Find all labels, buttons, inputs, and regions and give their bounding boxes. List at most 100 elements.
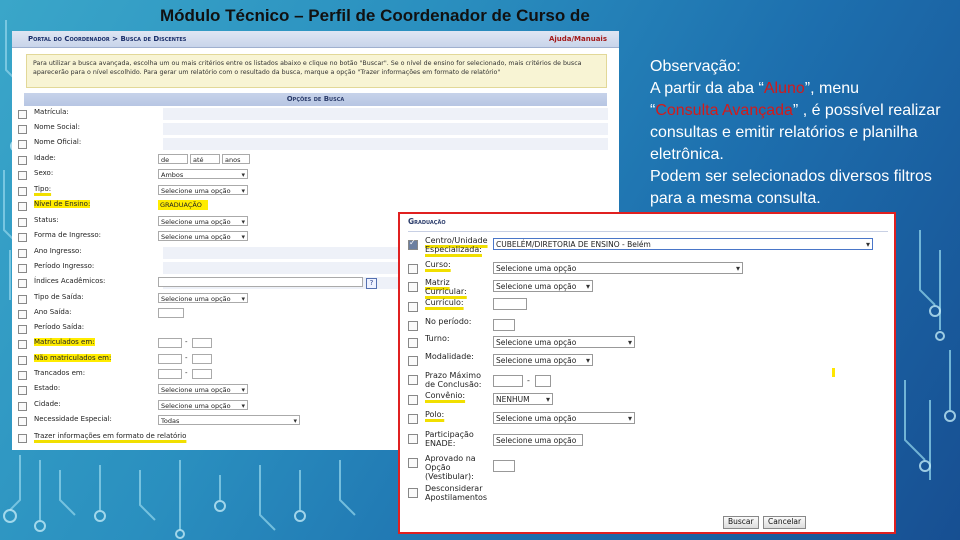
range-separator: - [185,338,188,346]
period-input[interactable] [192,354,212,364]
filter-checkbox[interactable] [18,279,27,288]
filter-label: Período Saída: [34,323,85,331]
filter-checkbox[interactable] [18,356,27,365]
filter-select[interactable]: Selecione uma opção [158,185,248,195]
filter-select[interactable]: GRADUAÇÃO [158,200,208,210]
filter-checkbox[interactable] [18,202,27,211]
filter-select[interactable]: Selecione uma opção [493,280,593,292]
filter-select[interactable]: CUBELÉM/DIRETORIA DE ENSINO - Belém [493,238,873,250]
filter-label: Nome Social: [34,123,80,131]
filter-checkbox[interactable] [408,414,418,424]
help-link[interactable]: Ajuda/Manuais [549,35,607,43]
filter-label: Matriculados em: [34,338,95,346]
period-input[interactable] [493,319,515,331]
filter-select[interactable]: Selecione uma opção [493,336,635,348]
filter-label: Modalidade: [425,352,474,361]
filter-select[interactable]: Ambos [158,169,248,179]
filter-checkbox[interactable] [18,233,27,242]
filter-checkbox[interactable] [18,295,27,304]
filter-select[interactable]: Selecione uma opção [493,354,593,366]
filter-checkbox[interactable] [18,310,27,319]
filter-select[interactable]: Selecione uma opção [493,412,635,424]
graduation-row-curriculo: Currículo: [408,298,888,316]
filter-checkbox[interactable] [408,282,418,292]
info-box: Para utilizar a busca avançada, escolha … [26,54,607,88]
cancel-button[interactable]: Cancelar [763,516,807,529]
filter-checkbox[interactable] [408,302,418,312]
period-input[interactable] [192,369,212,379]
filter-select[interactable]: Selecione uma opção [493,434,583,446]
filter-label: Ano Ingresso: [34,247,82,255]
filter-checkbox[interactable] [18,110,27,119]
filter-checkbox[interactable] [18,402,27,411]
slide-title: Módulo Técnico – Perfil de Coordenador d… [160,6,590,25]
age-input[interactable]: anos [222,154,250,164]
filter-checkbox[interactable] [408,434,418,444]
age-input[interactable]: de [158,154,188,164]
filter-checkbox[interactable] [408,321,418,331]
filter-select[interactable]: Selecione uma opção [158,216,248,226]
help-icon[interactable]: ? [366,278,377,289]
filter-select[interactable]: NENHUM [493,393,553,405]
filter-checkbox[interactable] [18,325,27,334]
filter-checkbox[interactable] [18,171,27,180]
filter-checkbox[interactable] [408,264,418,274]
filter-checkbox[interactable] [18,156,27,165]
filter-checkbox[interactable] [18,249,27,258]
filter-row-matricula: Matrícula: [18,107,608,121]
filter-checkbox[interactable] [18,264,27,273]
age-input[interactable]: até [190,154,220,164]
input-strip [163,108,608,120]
breadcrumb[interactable]: Portal do Coordenador > Busca de Discent… [28,35,186,43]
filter-checkbox[interactable] [18,340,27,349]
filter-label: Não matriculados em: [34,354,112,362]
filter-label: Sexo: [34,169,54,177]
filter-label: Turno: [425,334,450,343]
filter-checkbox[interactable] [408,356,418,366]
year-input[interactable] [158,369,182,379]
filter-row-nome-oficial: Nome Oficial: [18,137,608,151]
filter-checkbox[interactable] [18,386,27,395]
consulta-avancada-highlight: Consulta Avançada [655,102,793,119]
min-deadline-input[interactable] [493,375,523,387]
filter-checkbox[interactable] [18,125,27,134]
filter-select[interactable]: Selecione uma opção [158,384,248,394]
filter-row-sexo: Sexo: Ambos [18,168,608,182]
range-separator: - [185,369,188,377]
filter-select[interactable]: Selecione uma opção [158,293,248,303]
filter-select[interactable]: Selecione uma opção [158,400,248,410]
max-deadline-input[interactable] [535,375,551,387]
filter-checkbox[interactable] [408,458,418,468]
filter-checkbox[interactable] [408,338,418,348]
filter-checkbox[interactable] [408,488,418,498]
filter-checkbox[interactable] [408,395,418,405]
filter-label: Necessidade Especial: [34,415,112,423]
index-input[interactable] [158,277,363,287]
filter-select[interactable]: Selecione uma opção [158,231,248,241]
filter-checkbox[interactable] [18,417,27,426]
period-input[interactable] [192,338,212,348]
graduation-row-participacao-enade: Participação ENADE: Selecione uma opção [408,430,888,448]
graduation-row-matriz-curricular: Matriz Curricular: Selecione uma opção [408,278,888,296]
note-line-filters: Podem ser selecionados diversos filtros … [650,168,932,207]
filter-checkbox[interactable] [18,434,27,443]
filter-select[interactable]: Todas [158,415,300,425]
filter-label: No período: [425,317,472,326]
search-button[interactable]: Buscar [723,516,759,529]
filter-checkbox[interactable] [18,140,27,149]
filter-checkbox[interactable] [18,371,27,380]
graduation-row-prazo-maximo-de-conclusao: Prazo Máximo de Conclusão: - [408,371,888,389]
filter-label: Trancados em: [34,369,86,377]
year-input[interactable] [158,338,182,348]
filter-checkbox[interactable] [408,375,418,385]
vestibular-option-input[interactable] [493,460,515,472]
filter-label: Ano Saída: [34,308,72,316]
filter-checkbox[interactable] [408,238,418,250]
year-input[interactable] [158,354,182,364]
filter-checkbox[interactable] [18,187,27,196]
filter-checkbox[interactable] [18,218,27,227]
year-input[interactable] [158,308,184,318]
search-options-title: Opções de Busca [24,93,607,106]
curriculum-input[interactable] [493,298,527,310]
filter-select[interactable]: Selecione uma opção [493,262,743,274]
